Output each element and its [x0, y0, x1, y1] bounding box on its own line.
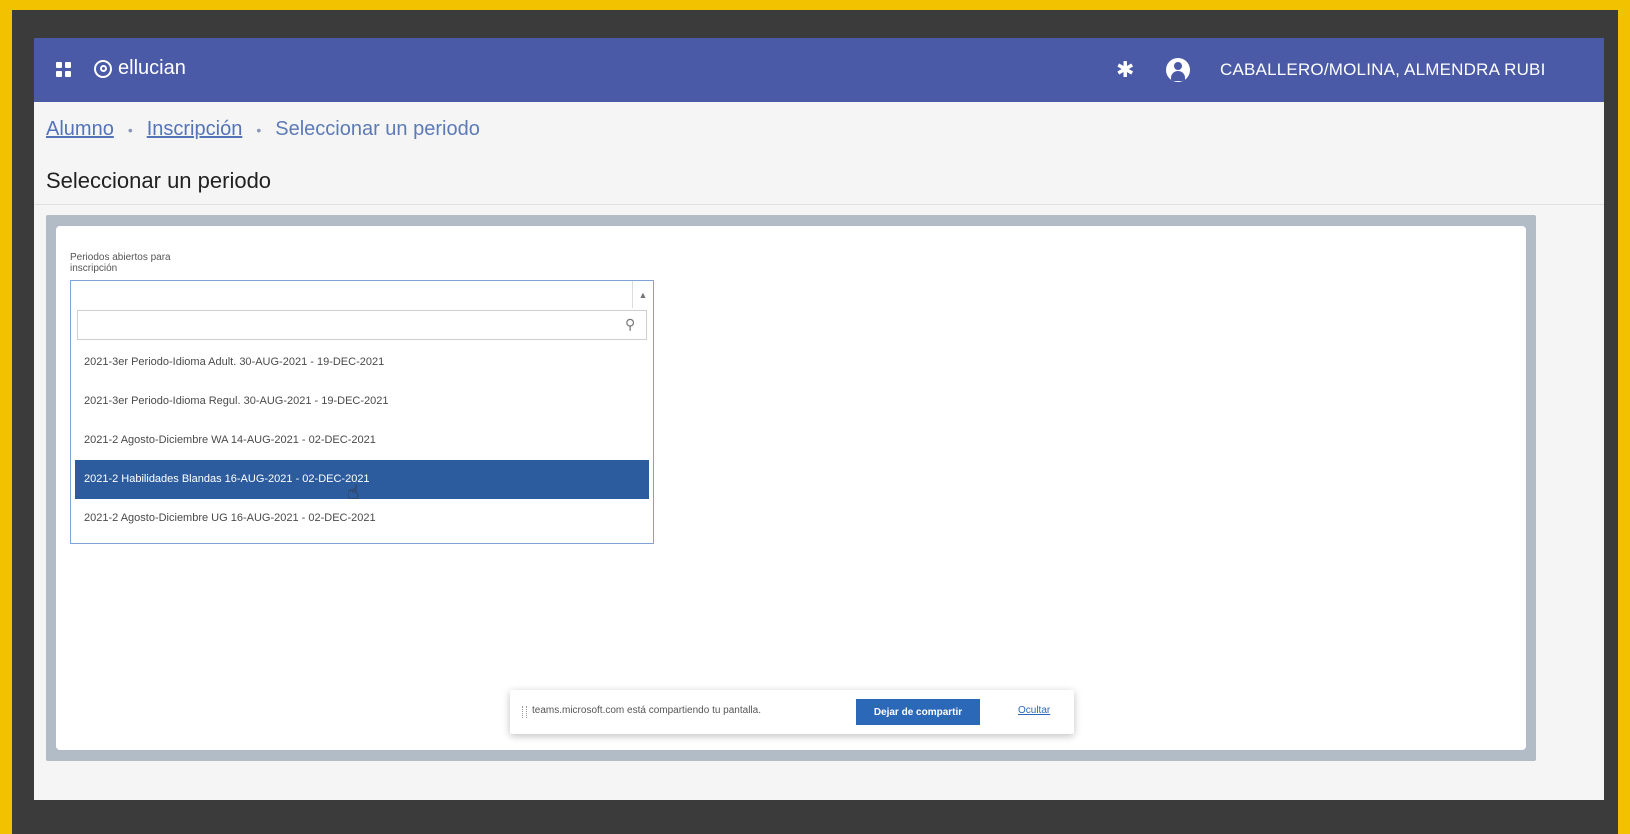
term-option[interactable]: 2021-3er Periodo-Idioma Adult. 30-AUG-20…: [75, 343, 649, 382]
content-panel-border: Periodos abiertos para inscripción ▲ ⚲ 2…: [46, 215, 1536, 761]
breadcrumb-separator: •: [127, 121, 133, 138]
drag-handle-icon[interactable]: [522, 706, 527, 718]
hand-cursor-icon: ☝: [347, 482, 360, 504]
search-icon: ⚲: [625, 316, 636, 332]
term-option[interactable]: 2021-2 Agosto-Diciembre WA 14-AUG-2021 -…: [75, 421, 649, 460]
breadcrumb-inscripcion[interactable]: Inscripción: [147, 118, 243, 141]
username[interactable]: CABALLERO/MOLINA, ALMENDRA RUBI: [1220, 60, 1546, 80]
term-option[interactable]: 2021-2 Habilidades Blandas 16-AUG-2021 -…: [75, 460, 649, 499]
page-title: Seleccionar un periodo: [46, 168, 272, 193]
term-dropdown: ⚲ 2021-3er Periodo-Idioma Adult. 30-AUG-…: [70, 308, 654, 544]
top-navigation-bar: ellucian ✱ CABALLERO/MOLINA, ALMENDRA RU…: [34, 38, 1604, 102]
gear-icon[interactable]: ✱: [1116, 59, 1134, 81]
term-option-list: 2021-3er Periodo-Idioma Adult. 30-AUG-20…: [75, 343, 649, 538]
term-select-label: Periodos abiertos para inscripción: [70, 252, 171, 274]
share-message: teams.microsoft.com está compartiendo tu…: [532, 705, 761, 716]
breadcrumb-separator: •: [256, 121, 262, 138]
term-select[interactable]: ▲: [70, 280, 654, 309]
chevron-up-icon[interactable]: ▲: [632, 281, 653, 309]
divider: [34, 204, 1604, 205]
hide-link[interactable]: Ocultar: [1018, 705, 1050, 716]
breadcrumb-current: Seleccionar un periodo: [275, 118, 480, 140]
breadcrumb: Alumno • Inscripción • Seleccionar un pe…: [46, 118, 480, 141]
user-avatar-icon[interactable]: [1166, 58, 1190, 82]
content-panel: Periodos abiertos para inscripción ▲ ⚲ 2…: [56, 226, 1526, 750]
brand-name: ellucian: [118, 57, 186, 79]
screen-share-notification: teams.microsoft.com está compartiendo tu…: [510, 690, 1074, 734]
ellucian-logo[interactable]: ellucian: [94, 57, 186, 80]
stop-sharing-button[interactable]: Dejar de compartir: [856, 699, 980, 725]
breadcrumb-alumno[interactable]: Alumno: [46, 118, 114, 141]
term-option[interactable]: 2021-2 Agosto-Diciembre UG 16-AUG-2021 -…: [75, 499, 649, 538]
term-option[interactable]: 2021-3er Periodo-Idioma Regul. 30-AUG-20…: [75, 382, 649, 421]
ellucian-logo-icon: [94, 59, 112, 78]
apps-grid-icon[interactable]: [56, 62, 72, 78]
application-window: ellucian ✱ CABALLERO/MOLINA, ALMENDRA RU…: [34, 38, 1604, 800]
term-search-input[interactable]: [77, 310, 647, 340]
